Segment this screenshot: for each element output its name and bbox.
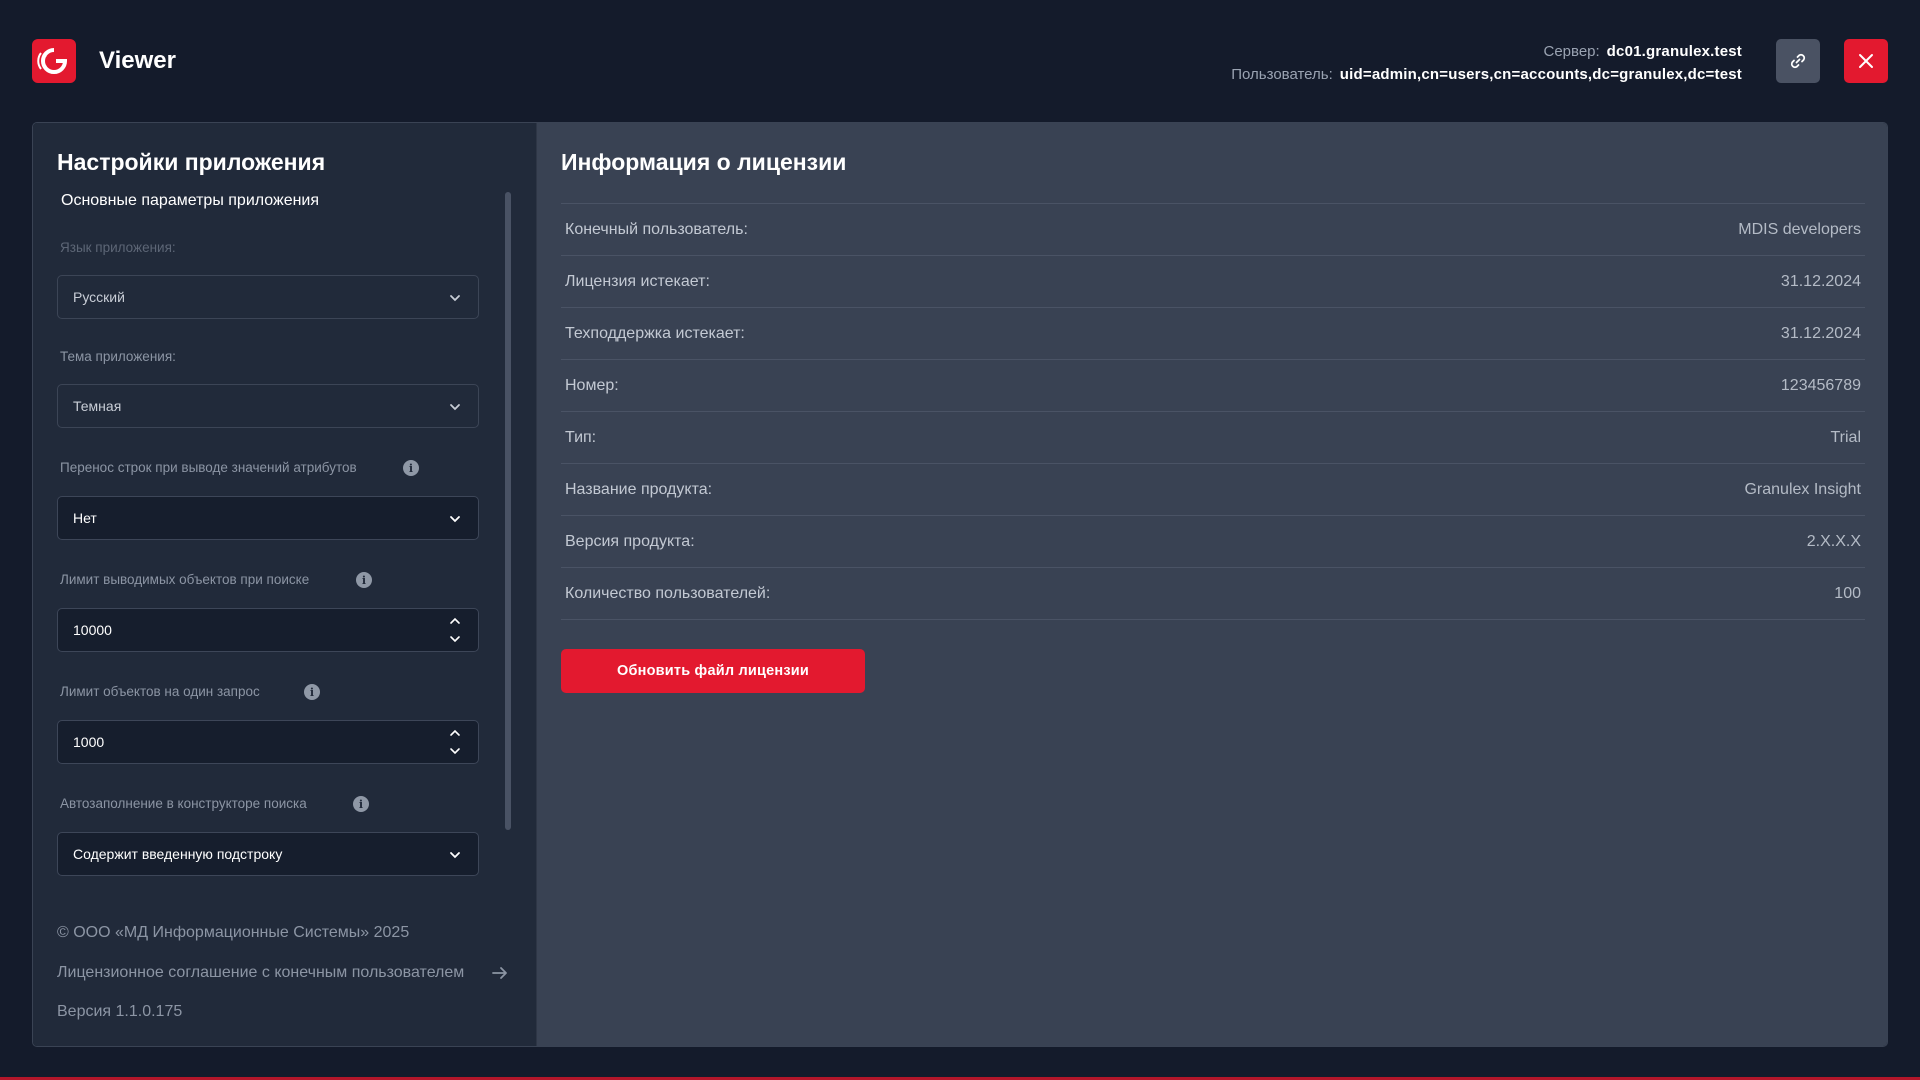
app-header: Viewer Сервер: dc01.granulex.test Пользо…	[0, 0, 1920, 122]
license-row: Конечный пользователь: MDIS developers	[561, 204, 1865, 256]
license-value: Granulex Insight	[1744, 480, 1861, 498]
license-row: Количество пользователей: 100	[561, 568, 1865, 620]
chevron-up-icon[interactable]	[448, 615, 462, 627]
close-icon	[1859, 54, 1873, 68]
autocomplete-label: Автозаполнение в конструкторе поиска	[60, 796, 307, 811]
license-value: 31.12.2024	[1780, 324, 1861, 342]
license-panel: Информация о лицензии Конечный пользоват…	[537, 123, 1887, 1046]
language-select-value: Русский	[73, 289, 125, 305]
chevron-down-icon[interactable]	[448, 633, 462, 645]
theme-label: Тема приложения:	[60, 349, 176, 364]
theme-select-value: Темная	[73, 398, 122, 414]
settings-scrollbar[interactable]	[505, 192, 511, 830]
license-value: MDIS developers	[1738, 220, 1861, 238]
autocomplete-select-value: Содержит введенную подстроку	[73, 846, 283, 862]
info-icon[interactable]: i	[403, 460, 419, 476]
request-limit-value: 1000	[73, 734, 105, 750]
request-limit-input[interactable]: 1000	[57, 720, 479, 764]
settings-panel: Настройки приложения Основные параметры …	[33, 123, 537, 1046]
info-icon[interactable]: i	[304, 684, 320, 700]
license-key: Конечный пользователь:	[565, 220, 748, 238]
language-select[interactable]: Русский	[57, 275, 479, 319]
update-license-button[interactable]: Обновить файл лицензии	[561, 649, 865, 693]
version-text: Версия 1.1.0.175	[57, 1003, 183, 1020]
language-label: Язык приложения:	[60, 240, 176, 255]
user-label: Пользователь:	[1231, 66, 1333, 83]
license-row: Номер: 123456789	[561, 360, 1865, 412]
request-limit-label: Лимит объектов на один запрос	[60, 684, 260, 699]
eula-link[interactable]: Лицензионное соглашение с конечным польз…	[57, 964, 464, 982]
app-logo	[32, 39, 76, 83]
wrap-label: Перенос строк при выводе значений атрибу…	[60, 460, 357, 475]
server-label: Сервер:	[1543, 43, 1600, 60]
request-limit-stepper[interactable]	[448, 727, 462, 757]
close-button[interactable]	[1844, 39, 1888, 83]
license-key: Номер:	[565, 376, 619, 394]
chevron-down-icon	[450, 404, 460, 411]
license-row: Техподдержка истекает: 31.12.2024	[561, 308, 1865, 360]
license-value: 100	[1834, 584, 1861, 602]
license-title: Информация о лицензии	[561, 149, 847, 175]
license-value: Trial	[1830, 428, 1861, 446]
search-limit-stepper[interactable]	[448, 615, 462, 645]
license-key: Название продукта:	[565, 480, 713, 498]
license-value: 123456789	[1780, 376, 1861, 394]
info-icon[interactable]: i	[353, 796, 369, 812]
app-title: Viewer	[99, 47, 176, 74]
license-key: Тип:	[565, 428, 597, 446]
autocomplete-select[interactable]: Содержит введенную подстроку	[57, 832, 479, 876]
chevron-down-icon	[450, 295, 460, 302]
settings-section-title: Основные параметры приложения	[61, 192, 320, 209]
server-value: dc01.granulex.test	[1606, 43, 1742, 60]
license-row: Версия продукта: 2.X.X.X	[561, 516, 1865, 568]
settings-title: Настройки приложения	[57, 149, 326, 175]
license-key: Количество пользователей:	[565, 584, 771, 602]
arrow-right-icon[interactable]	[491, 964, 509, 982]
license-key: Лицензия истекает:	[565, 272, 710, 290]
link-icon	[1790, 53, 1806, 69]
wrap-select[interactable]: Нет	[57, 496, 479, 540]
search-limit-input[interactable]: 10000	[57, 608, 479, 652]
license-row: Лицензия истекает: 31.12.2024	[561, 256, 1865, 308]
license-table: Конечный пользователь: MDIS developers Л…	[561, 203, 1865, 620]
copyright-text: © ООО «МД Информационные Системы» 2025	[57, 924, 410, 941]
license-row: Тип: Trial	[561, 412, 1865, 464]
license-key: Техподдержка истекает:	[565, 324, 745, 342]
search-limit-value: 10000	[73, 622, 112, 638]
license-row: Название продукта: Granulex Insight	[561, 464, 1865, 516]
connection-info: Сервер: dc01.granulex.test Пользователь:…	[1231, 40, 1742, 86]
license-value: 2.X.X.X	[1806, 532, 1861, 550]
license-value: 31.12.2024	[1780, 272, 1861, 290]
main-panel: Настройки приложения Основные параметры …	[32, 122, 1888, 1047]
license-key: Версия продукта:	[565, 532, 695, 550]
chevron-up-icon[interactable]	[448, 727, 462, 739]
chevron-down-icon	[450, 516, 460, 523]
theme-select[interactable]: Темная	[57, 384, 479, 428]
info-icon[interactable]: i	[356, 572, 372, 588]
chevron-down-icon	[450, 852, 460, 859]
user-value: uid=admin,cn=users,cn=accounts,dc=granul…	[1339, 66, 1742, 83]
link-button[interactable]	[1776, 39, 1820, 83]
logo-g-icon	[37, 48, 68, 74]
chevron-down-icon[interactable]	[448, 745, 462, 757]
wrap-select-value: Нет	[73, 510, 97, 526]
search-limit-label: Лимит выводимых объектов при поиске	[60, 572, 310, 587]
